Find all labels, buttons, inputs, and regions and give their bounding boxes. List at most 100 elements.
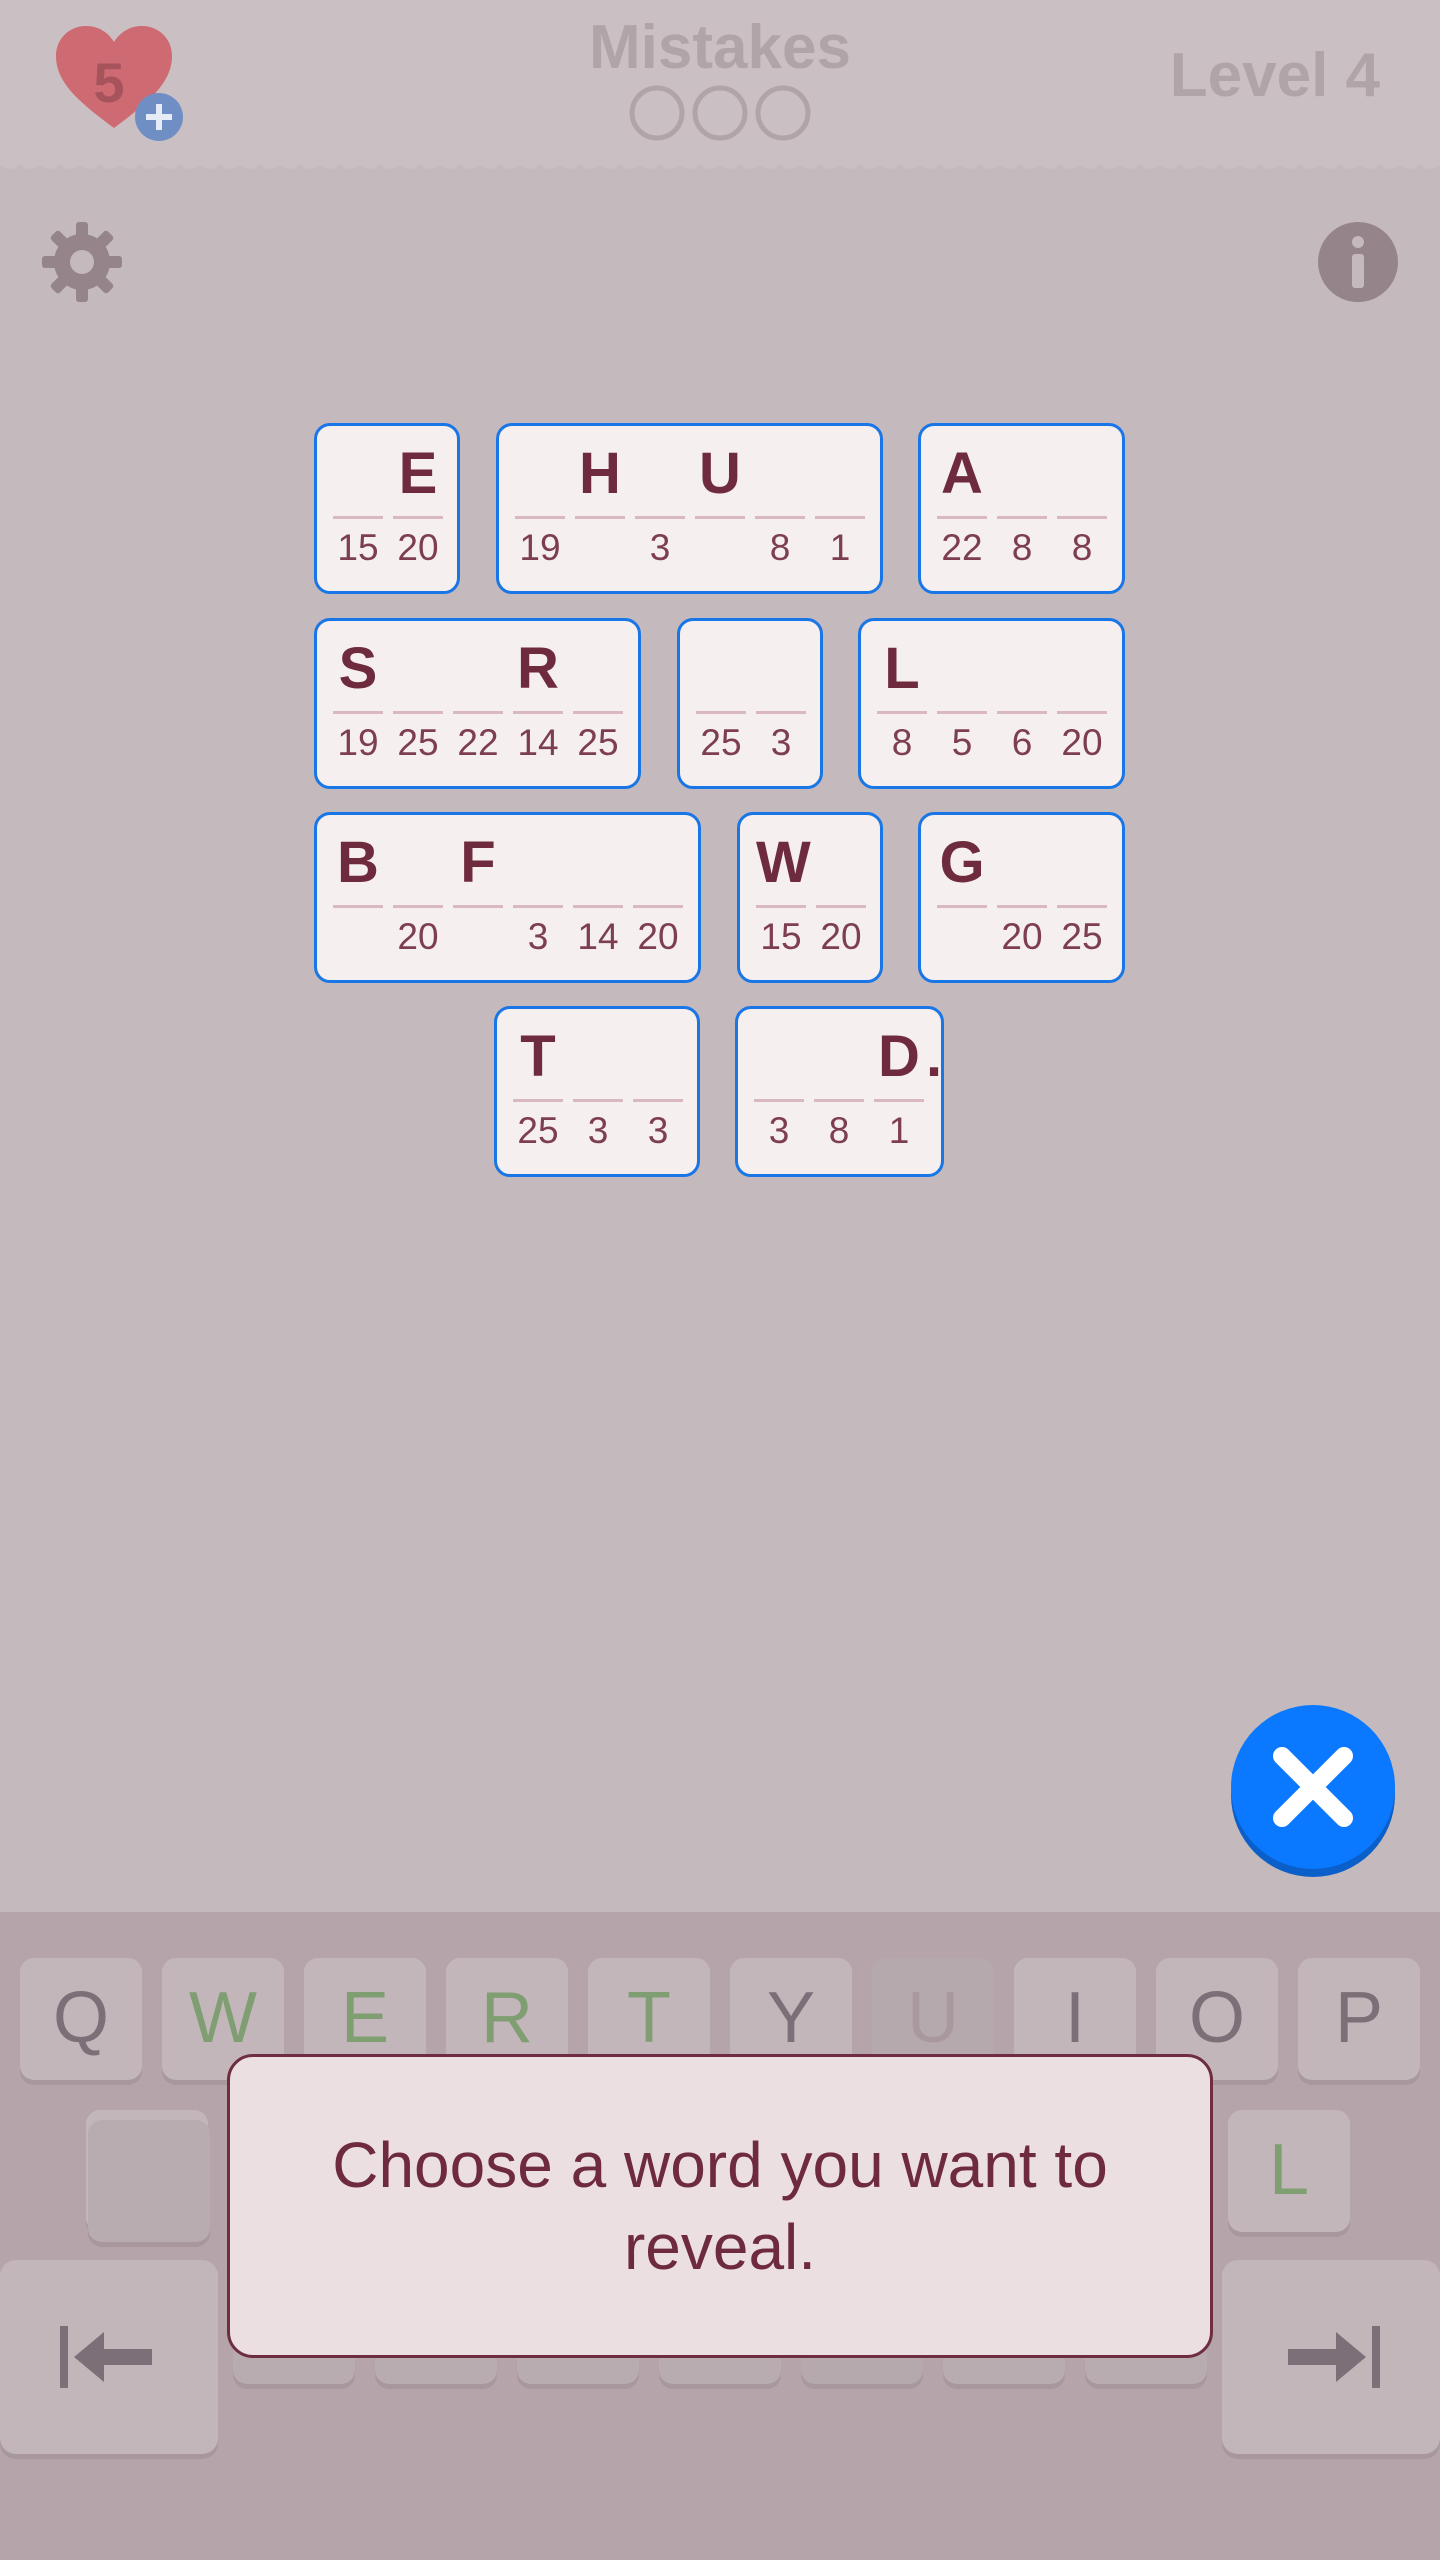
punctuation-mark: . xyxy=(926,1024,943,1089)
top-bar-wave-edge xyxy=(0,160,1440,169)
slot-underline xyxy=(573,905,623,908)
slot-underline xyxy=(513,905,563,908)
slot-underline xyxy=(1057,711,1107,714)
letter-slot[interactable]: 20 xyxy=(633,815,683,965)
slot-letter: W xyxy=(756,830,811,895)
slot-cipher-number: 20 xyxy=(637,916,679,957)
slot-underline xyxy=(333,905,383,908)
previous-word-button[interactable] xyxy=(0,2260,218,2454)
slot-underline xyxy=(937,711,987,714)
letter-slot[interactable]: 3 xyxy=(756,621,806,771)
letter-slot[interactable]: 3 xyxy=(513,815,563,965)
word-tile[interactable]: B 20 F 3 14 20 xyxy=(314,812,701,983)
slot-underline xyxy=(573,1099,623,1102)
word-tile[interactable]: 15 E 20 xyxy=(314,423,460,594)
slot-underline xyxy=(756,905,806,908)
add-lives-plus-icon[interactable] xyxy=(134,92,184,142)
key-q[interactable]: Q xyxy=(20,1958,142,2080)
letter-slot[interactable]: 8 xyxy=(997,426,1047,576)
letter-slot[interactable]: 25 xyxy=(1057,815,1107,965)
letter-slot[interactable]: L8 xyxy=(877,621,927,771)
slot-letter: F xyxy=(460,830,496,895)
slot-underline xyxy=(633,1099,683,1102)
keyboard-hidden-key[interactable] xyxy=(88,2120,210,2242)
level-label: Level 4 xyxy=(1169,41,1380,110)
word-tile[interactable]: T 25 3 3 xyxy=(494,1006,700,1177)
slot-underline xyxy=(515,516,565,519)
slot-letter: E xyxy=(398,441,438,506)
word-tile[interactable]: G 20 25 xyxy=(918,812,1125,983)
slot-cipher-number: 20 xyxy=(397,527,439,568)
letter-slot[interactable]: S 19 xyxy=(333,621,383,771)
letter-slot[interactable]: T 25 xyxy=(513,1009,563,1159)
slot-underline xyxy=(754,1099,804,1102)
letter-slot[interactable]: 25 xyxy=(573,621,623,771)
gear-icon[interactable] xyxy=(40,220,124,304)
letter-slot[interactable]: B xyxy=(333,815,383,965)
key-l[interactable]: L xyxy=(1228,2110,1350,2232)
letter-slot[interactable]: H xyxy=(575,426,625,576)
slot-letter: A xyxy=(941,441,983,506)
letter-slot[interactable]: 8 xyxy=(755,426,805,576)
lives-button[interactable]: 5 xyxy=(52,24,184,144)
slot-underline xyxy=(877,711,927,714)
word-tile[interactable]: 19 H 3 U 8 1 xyxy=(496,423,883,594)
close-button[interactable] xyxy=(1226,1700,1400,1878)
slot-cipher-number: 1 xyxy=(888,1110,910,1151)
letter-slot[interactable]: 20 xyxy=(816,815,866,965)
slot-underline xyxy=(997,516,1047,519)
slot-underline xyxy=(756,711,806,714)
letter-slot[interactable]: 25 xyxy=(393,621,443,771)
letter-slot[interactable]: 3 xyxy=(573,1009,623,1159)
letter-slot[interactable]: 20 xyxy=(393,815,443,965)
letter-slot[interactable]: 5 xyxy=(937,621,987,771)
letter-slot[interactable]: 20 xyxy=(997,815,1047,965)
slot-letter: T xyxy=(520,1024,556,1089)
slot-underline xyxy=(1057,516,1107,519)
word-tile[interactable]: A 22 8 8 xyxy=(918,423,1125,594)
info-icon[interactable] xyxy=(1316,220,1400,304)
letter-slot[interactable]: 6 xyxy=(997,621,1047,771)
letter-slot[interactable]: 22 xyxy=(453,621,503,771)
letter-slot[interactable]: 1 xyxy=(815,426,865,576)
letter-slot[interactable]: U xyxy=(695,426,745,576)
letter-slot[interactable]: 3 xyxy=(633,1009,683,1159)
word-tile[interactable]: S 19 25 22 R 14 25 xyxy=(314,618,641,789)
slot-cipher-number: 20 xyxy=(397,916,439,957)
letter-slot[interactable]: 3 xyxy=(754,1009,804,1159)
letter-slot[interactable]: 15 xyxy=(333,426,383,576)
word-tile[interactable]: L 8 5 6 20 xyxy=(858,618,1125,789)
letter-slot[interactable]: R 14 xyxy=(513,621,563,771)
mistake-slot-2 xyxy=(692,85,748,141)
next-word-button[interactable] xyxy=(1222,2260,1440,2454)
popup-message: Choose a word you want to reveal. xyxy=(332,2129,1108,2283)
letter-slot[interactable]: D1 xyxy=(874,1009,924,1159)
letter-slot[interactable]: F xyxy=(453,815,503,965)
letter-slot[interactable]: 14 xyxy=(573,815,623,965)
slot-underline xyxy=(695,516,745,519)
reveal-hint-popup: Choose a word you want to reveal. xyxy=(227,2054,1213,2358)
word-tile[interactable]: 38D1. xyxy=(735,1006,944,1177)
slot-cipher-number: 8 xyxy=(1071,527,1093,568)
letter-slot[interactable]: A 22 xyxy=(937,426,987,576)
letter-slot[interactable]: 8 xyxy=(814,1009,864,1159)
letter-slot[interactable]: 8 xyxy=(1057,426,1107,576)
slot-underline xyxy=(393,516,443,519)
word-tile[interactable]: W 15 20 xyxy=(737,812,883,983)
slot-underline xyxy=(696,711,746,714)
letter-slot[interactable]: 3 xyxy=(635,426,685,576)
letter-slot[interactable]: 19 xyxy=(515,426,565,576)
letter-slot[interactable]: 20 xyxy=(1057,621,1107,771)
word-tile[interactable]: 25 3 xyxy=(677,618,823,789)
slot-cipher-number: 3 xyxy=(649,527,671,568)
letter-slot[interactable]: 25 xyxy=(696,621,746,771)
slot-underline xyxy=(815,516,865,519)
key-p[interactable]: P xyxy=(1298,1958,1420,2080)
mistakes-indicator xyxy=(629,85,811,141)
letter-slot[interactable]: E 20 xyxy=(393,426,443,576)
slot-underline xyxy=(513,1099,563,1102)
slot-letter: H xyxy=(579,441,621,506)
letter-slot[interactable]: G xyxy=(937,815,987,965)
letter-slot[interactable]: W 15 xyxy=(756,815,811,965)
slot-letter: D xyxy=(878,1024,920,1089)
